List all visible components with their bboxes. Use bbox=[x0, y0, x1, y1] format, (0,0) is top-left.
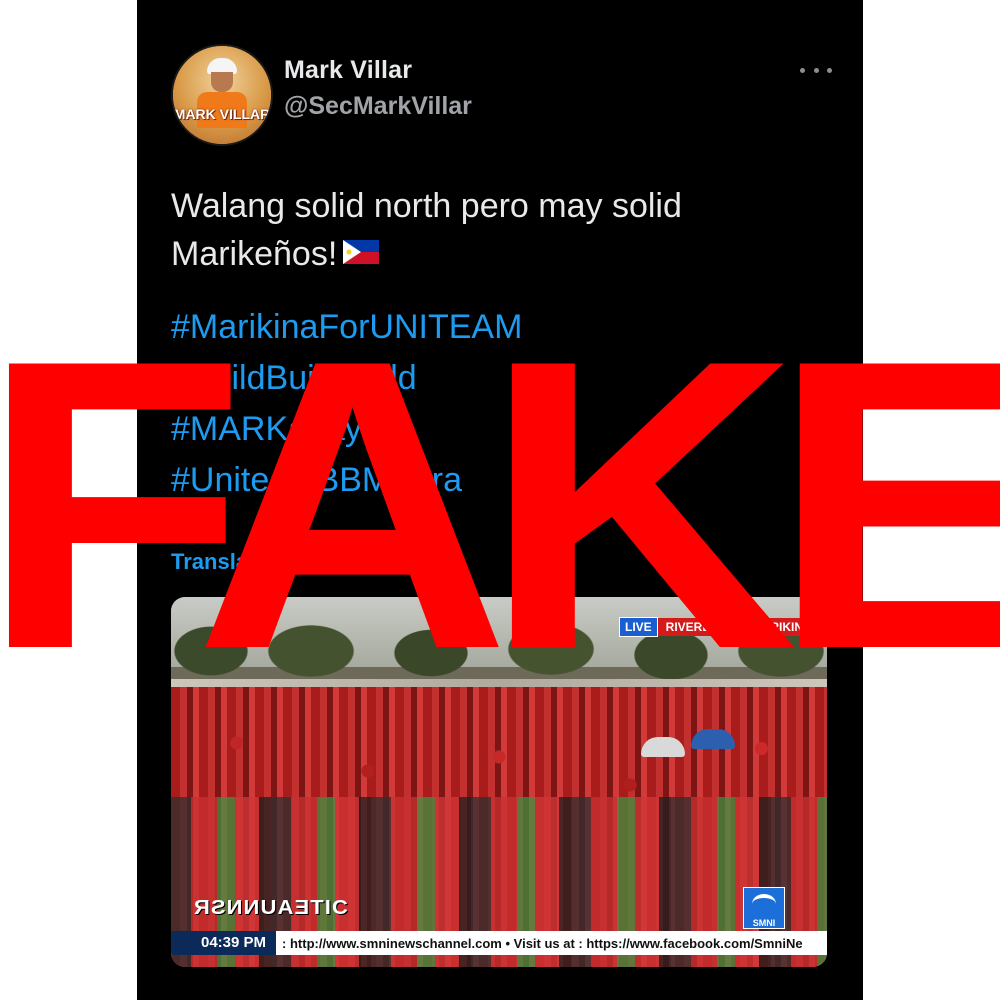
ticker-text: : http://www.smninewschannel.com • Visit… bbox=[282, 935, 803, 951]
avatar-text: MARK VILLAR bbox=[173, 106, 271, 122]
author-handle[interactable]: @SecMarkVillar bbox=[284, 92, 472, 121]
more-dot bbox=[813, 67, 819, 73]
avatar[interactable]: MARK VILLAR bbox=[171, 44, 273, 146]
show-graphic: ЯƧИИUAƎTIC bbox=[193, 897, 349, 919]
tweet-body: Walang solid north pero may solid Marike… bbox=[171, 182, 811, 278]
smni-logo-text: SMNI bbox=[752, 918, 776, 928]
author-display-name[interactable]: Mark Villar bbox=[284, 56, 412, 85]
fake-stamp: FAKE bbox=[0, 275, 1000, 735]
avatar-face bbox=[211, 72, 233, 92]
more-dot bbox=[827, 67, 832, 73]
tweet-text: Walang solid north pero may solid Marike… bbox=[171, 187, 682, 273]
philippines-flag-icon bbox=[343, 240, 380, 265]
ticker-time: 04:39 PM bbox=[171, 931, 277, 955]
smni-logo: SMNI bbox=[743, 887, 785, 929]
more-icon[interactable] bbox=[800, 58, 832, 82]
smni-mark-icon bbox=[752, 894, 776, 914]
umbrella bbox=[641, 737, 685, 757]
news-ticker: 04:39 PM : http://www.smninewschannel.co… bbox=[171, 931, 827, 955]
more-dot bbox=[800, 67, 805, 73]
